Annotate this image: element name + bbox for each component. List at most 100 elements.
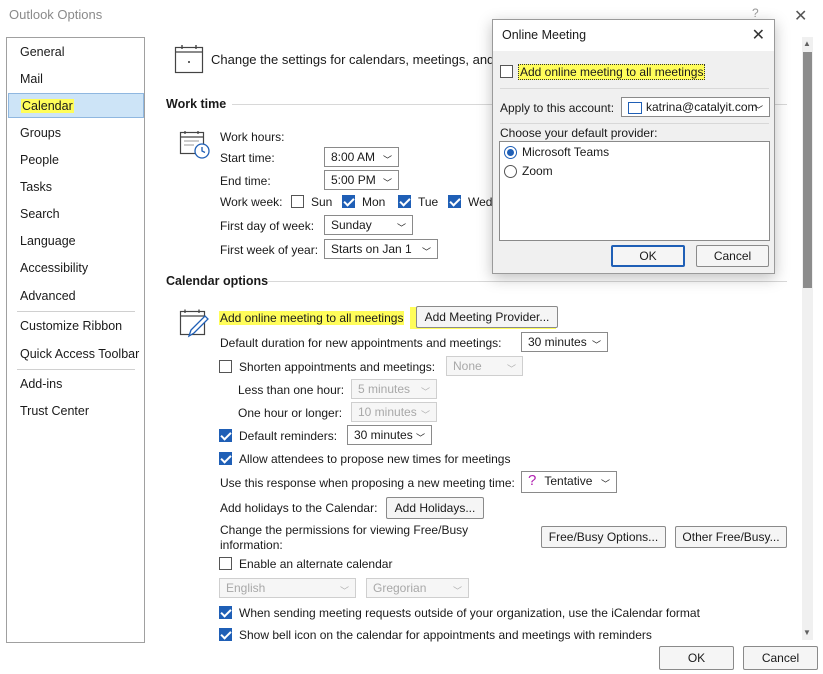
help-button[interactable]: ? bbox=[752, 6, 759, 20]
allow-propose-label: Allow attendees to propose new times for… bbox=[239, 452, 511, 466]
chevron-down-icon: ﹀ bbox=[382, 155, 392, 165]
tue-label: Tue bbox=[418, 195, 439, 209]
calendar-options-heading: Calendar options bbox=[166, 274, 269, 288]
work-week-label: Work week: bbox=[220, 195, 283, 209]
default-reminders-checkbox[interactable] bbox=[219, 429, 232, 442]
sidebar-item-language[interactable]: Language bbox=[8, 229, 144, 254]
less-hour-value: 5 minutes bbox=[358, 382, 411, 396]
cancel-button[interactable]: Cancel bbox=[743, 646, 818, 670]
default-duration-select[interactable]: 30 minutes ﹀ bbox=[521, 332, 608, 352]
window-title: Outlook Options bbox=[9, 7, 103, 22]
one-hour-select[interactable]: 10 minutes ﹀ bbox=[351, 402, 437, 422]
default-duration-label: Default duration for new appointments an… bbox=[220, 336, 502, 350]
alt-calendar-select[interactable]: Gregorian ﹀ bbox=[366, 578, 469, 598]
icalendar-checkbox[interactable] bbox=[219, 606, 232, 619]
options-sidebar: General Mail Calendar Groups People Task… bbox=[6, 37, 145, 643]
first-week-select[interactable]: Starts on Jan 1 ﹀ bbox=[324, 239, 438, 259]
add-holidays-button[interactable]: Add Holidays... bbox=[386, 497, 484, 519]
page-heading: Change the settings for calendars, meeti… bbox=[211, 52, 495, 67]
clock-calendar-icon bbox=[179, 128, 211, 163]
sidebar-item-customize-ribbon[interactable]: Customize Ribbon bbox=[8, 314, 144, 339]
default-reminders-label: Default reminders: bbox=[239, 429, 338, 443]
calendar-edit-icon bbox=[178, 307, 210, 342]
sidebar-item-groups[interactable]: Groups bbox=[8, 121, 144, 146]
wed-checkbox[interactable] bbox=[448, 195, 461, 208]
scroll-down-icon[interactable]: ▼ bbox=[803, 628, 811, 637]
chevron-down-icon: ﹀ bbox=[753, 105, 763, 115]
shorten-checkbox[interactable] bbox=[219, 360, 232, 373]
other-free-busy-button[interactable]: Other Free/Busy... bbox=[675, 526, 787, 548]
scroll-up-icon[interactable]: ▲ bbox=[803, 39, 811, 48]
teams-radio[interactable] bbox=[504, 146, 517, 159]
account-select[interactable]: katrina@catalyit.com ﹀ bbox=[621, 97, 770, 117]
mon-checkbox[interactable] bbox=[342, 195, 355, 208]
start-time-label: Start time: bbox=[220, 151, 275, 165]
allow-propose-checkbox[interactable] bbox=[219, 452, 232, 465]
section-divider bbox=[267, 281, 787, 282]
sidebar-item-general[interactable]: General bbox=[8, 40, 144, 65]
alternate-calendar-label: Enable an alternate calendar bbox=[239, 557, 393, 571]
sidebar-item-search[interactable]: Search bbox=[8, 202, 144, 227]
free-busy-options-button[interactable]: Free/Busy Options... bbox=[541, 526, 666, 548]
mon-label: Mon bbox=[362, 195, 386, 209]
alternate-calendar-checkbox[interactable] bbox=[219, 557, 232, 570]
account-value: katrina@catalyit.com bbox=[646, 100, 758, 114]
sidebar-item-people[interactable]: People bbox=[8, 148, 144, 173]
account-icon bbox=[628, 101, 642, 114]
add-online-meeting-label: Add online meeting to all meetings bbox=[219, 311, 405, 325]
teams-label: Microsoft Teams bbox=[522, 145, 610, 159]
chevron-down-icon: ﹀ bbox=[591, 340, 601, 350]
end-time-label: End time: bbox=[220, 174, 271, 188]
close-icon[interactable]: ✕ bbox=[752, 20, 765, 51]
first-day-select[interactable]: Sunday ﹀ bbox=[324, 215, 413, 235]
less-hour-select[interactable]: 5 minutes ﹀ bbox=[351, 379, 437, 399]
zoom-radio[interactable] bbox=[504, 165, 517, 178]
end-time-select[interactable]: 5:00 PM ﹀ bbox=[324, 170, 399, 190]
sidebar-item-accessibility[interactable]: Accessibility bbox=[8, 256, 144, 281]
shorten-select[interactable]: None ﹀ bbox=[446, 356, 523, 376]
work-hours-label: Work hours: bbox=[220, 130, 285, 144]
default-reminders-select[interactable]: 30 minutes ﹀ bbox=[347, 425, 432, 445]
first-week-label: First week of year: bbox=[220, 243, 319, 257]
dialog-ok-button[interactable]: OK bbox=[611, 245, 685, 267]
bell-icon-checkbox[interactable] bbox=[219, 628, 232, 641]
chevron-down-icon: ﹀ bbox=[396, 223, 406, 233]
apply-account-label: Apply to this account: bbox=[500, 101, 615, 115]
sun-checkbox[interactable] bbox=[291, 195, 304, 208]
bell-icon-label: Show bell icon on the calendar for appoi… bbox=[239, 628, 652, 642]
dialog-add-online-label: Add online meeting to all meetings bbox=[518, 64, 706, 80]
sidebar-item-tasks[interactable]: Tasks bbox=[8, 175, 144, 200]
response-value: Tentative bbox=[544, 474, 593, 488]
wed-label: Wed bbox=[468, 195, 493, 209]
first-week-value: Starts on Jan 1 bbox=[331, 242, 412, 256]
sidebar-item-trust-center[interactable]: Trust Center bbox=[8, 399, 144, 424]
sidebar-item-calendar[interactable]: Calendar bbox=[8, 93, 144, 118]
add-meeting-provider-button[interactable]: Add Meeting Provider... bbox=[416, 306, 558, 328]
sidebar-divider bbox=[17, 311, 135, 312]
alt-language-select[interactable]: English ﹀ bbox=[219, 578, 356, 598]
dialog-add-online-checkbox[interactable] bbox=[500, 65, 513, 78]
dialog-cancel-button[interactable]: Cancel bbox=[696, 245, 769, 267]
response-select[interactable]: ? Tentative ﹀ bbox=[521, 471, 617, 493]
provider-label: Choose your default provider: bbox=[500, 126, 658, 140]
sidebar-item-add-ins[interactable]: Add-ins bbox=[8, 372, 144, 397]
sidebar-item-quick-access-toolbar[interactable]: Quick Access Toolbar bbox=[8, 342, 144, 367]
holidays-label: Add holidays to the Calendar: bbox=[220, 501, 378, 515]
chevron-down-icon: ﹀ bbox=[421, 247, 431, 257]
sidebar-item-mail[interactable]: Mail bbox=[8, 67, 144, 92]
tue-checkbox[interactable] bbox=[398, 195, 411, 208]
sidebar-divider bbox=[17, 369, 135, 370]
close-icon[interactable]: ✕ bbox=[794, 6, 807, 26]
scrollbar-thumb[interactable] bbox=[803, 52, 812, 288]
sidebar-item-advanced[interactable]: Advanced bbox=[8, 284, 144, 309]
first-day-value: Sunday bbox=[331, 218, 372, 232]
ok-button[interactable]: OK bbox=[659, 646, 734, 670]
dialog-divider bbox=[500, 88, 769, 89]
chevron-down-icon: ﹀ bbox=[506, 364, 516, 374]
start-time-select[interactable]: 8:00 AM ﹀ bbox=[324, 147, 399, 167]
chevron-down-icon: ﹀ bbox=[420, 410, 430, 420]
permissions-label-line1: Change the permissions for viewing Free/… bbox=[220, 523, 469, 537]
online-meeting-dialog: Online Meeting ✕ Add online meeting to a… bbox=[492, 19, 775, 274]
chevron-down-icon: ﹀ bbox=[382, 178, 392, 188]
default-duration-value: 30 minutes bbox=[528, 335, 587, 349]
